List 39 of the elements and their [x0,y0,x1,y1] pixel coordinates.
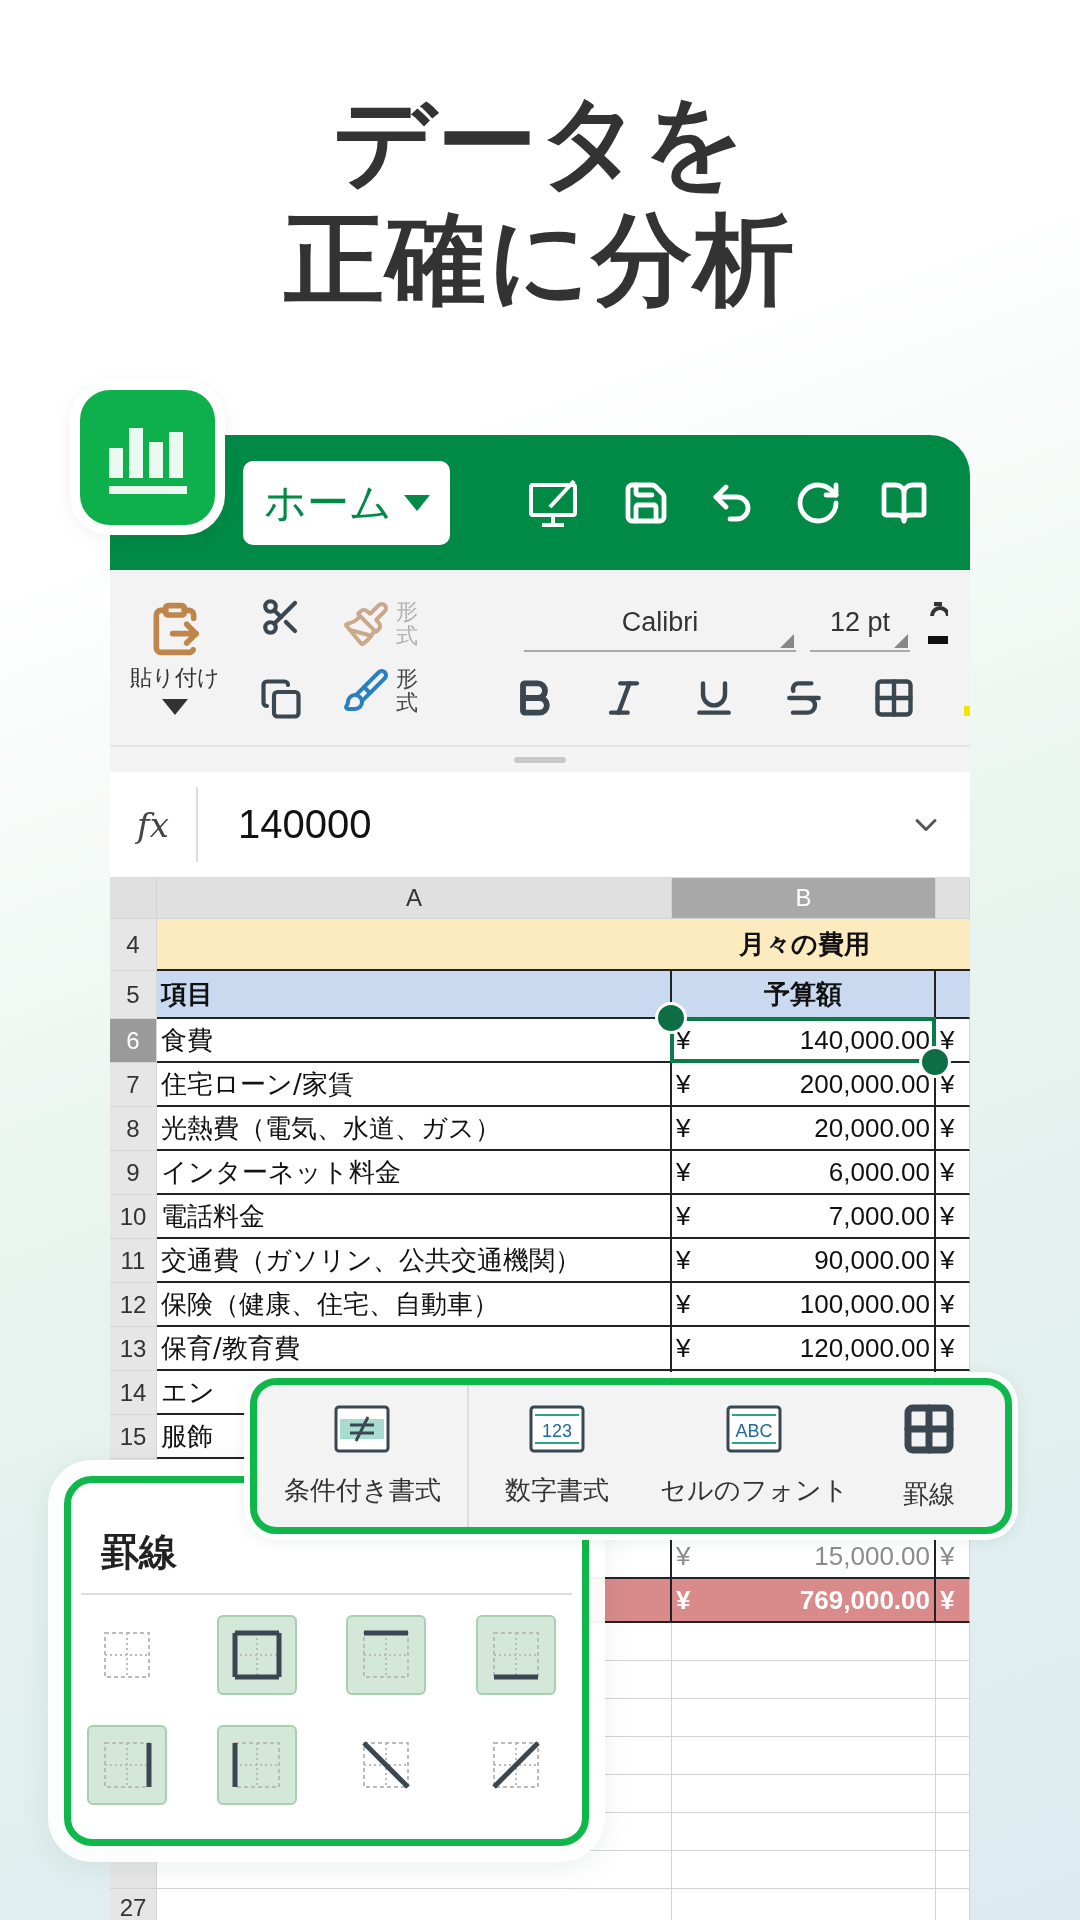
table-cell: ¥ 769,000.00 [672,1579,936,1623]
format-brush-button[interactable]: 形式 [342,666,418,715]
number-format-icon: 123 [528,1404,585,1453]
row-number: 10 [110,1195,157,1239]
panel-title: 罫線 [101,1529,177,1575]
border-option[interactable] [475,1615,556,1695]
row-number: 15 [110,1415,157,1459]
row-number: 5 [110,971,157,1019]
table-cell: ¥ [936,1579,970,1623]
row-number: 11 [110,1239,157,1283]
headline: 正確に分析 [284,210,796,310]
row-number: 7 [110,1063,157,1107]
border-option[interactable] [346,1615,427,1695]
home-menu[interactable]: ホーム [243,460,450,545]
row-number: 4 [110,919,157,971]
function-label: fx [134,804,170,845]
row-number: 12 [110,1283,157,1327]
column-header[interactable]: A [157,878,672,919]
toolbar-button[interactable]: 罫線 [864,1385,994,1527]
row-number: 27 [110,1889,157,1920]
font-dropdown[interactable]: Calibri [524,595,796,652]
not-equal-icon [334,1404,390,1453]
row-number: 13 [110,1327,157,1371]
row-number: 9 [110,1151,157,1195]
drag-handle[interactable] [514,756,566,763]
row-number: 6 [110,1019,157,1063]
paste-button[interactable]: 貼り付け [130,662,220,693]
row-number: 14 [110,1371,157,1415]
font-format-icon: ABC [726,1404,782,1453]
border-option[interactable] [87,1725,167,1805]
font-size-dropdown[interactable]: 12 pt [810,595,910,652]
paintbrush-icon [342,600,390,649]
border-option[interactable] [216,1615,297,1695]
caret-icon[interactable] [162,698,188,715]
headline: データを [333,92,747,192]
copy-icon[interactable] [260,677,302,720]
row-number: 8 [110,1107,157,1151]
border-option[interactable] [216,1725,297,1805]
formula-input[interactable]: 140000 [198,802,908,847]
